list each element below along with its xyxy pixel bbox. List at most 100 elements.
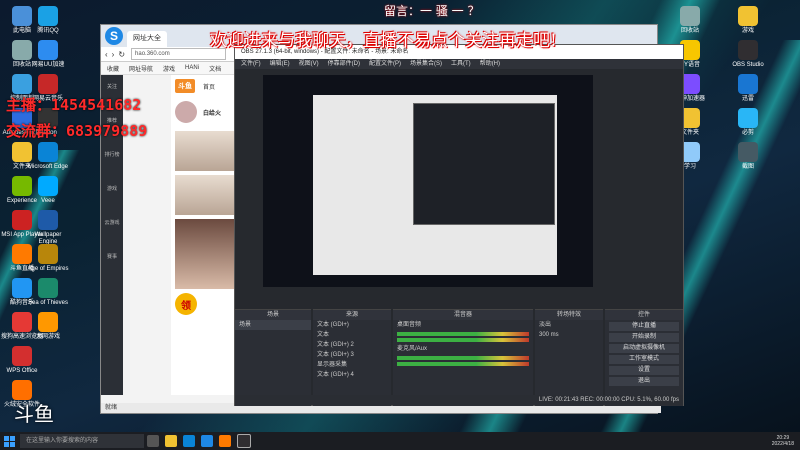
reload-icon[interactable]: ↻ <box>118 50 125 59</box>
browser-taskbar-icon[interactable] <box>201 435 213 447</box>
desktop-icon-label: 回收站 <box>680 28 699 34</box>
clock[interactable]: 20:29 2022/4/18 <box>772 435 800 447</box>
taskbar: 在这里输入你要搜索的内容 20:29 2022/4/18 <box>0 432 800 450</box>
app-icon <box>738 108 758 128</box>
source-item[interactable]: 文本 (GDI+) 2 <box>313 340 391 350</box>
source-item[interactable]: 文本 (GDI+) <box>313 320 391 330</box>
obs-menu-item[interactable]: 文件(F) <box>241 59 261 69</box>
obs-menu-item[interactable]: 编辑(E) <box>270 59 290 69</box>
obs-menu-item[interactable]: 工具(T) <box>451 59 471 69</box>
obs-menu-item[interactable]: 场景集合(S) <box>410 59 442 69</box>
desktop-icon[interactable]: 游戏 <box>726 6 770 35</box>
app-icon <box>38 176 58 196</box>
desktop: 此电脑 回收站 控制面板 Autodesk 应用 文件夹 Experience MSI Ap… <box>0 0 800 432</box>
desktop-icon-label: Age of Empires <box>27 266 69 272</box>
obs-control-button[interactable]: 开始录制 <box>609 333 679 342</box>
forward-icon[interactable]: › <box>112 50 115 59</box>
desktop-icon[interactable]: 截图 <box>726 142 770 171</box>
bookmark-item[interactable]: HANi <box>185 65 199 71</box>
app-icon <box>738 6 758 26</box>
task-view-icon[interactable] <box>147 435 159 447</box>
desktop-icon[interactable]: Veee <box>26 176 70 205</box>
site-home-link[interactable]: 首页 <box>203 82 215 91</box>
site-sidebar-item[interactable]: 游戏 <box>101 185 123 211</box>
audio-meter <box>397 332 529 336</box>
gift-button[interactable]: 领 <box>175 293 197 315</box>
browser-tab[interactable]: 网址大全 <box>127 31 167 47</box>
source-item[interactable]: 文本 (GDI+) 3 <box>313 350 391 360</box>
app-icon <box>738 142 758 162</box>
app-icon <box>38 40 58 60</box>
sources-dock: 来源 文本 (GDI+) 文本 文本 (GDI+) 2 文本 (GDI+) 3 显示器采… <box>313 309 391 406</box>
desktop-icon[interactable]: 迅雷 <box>726 74 770 103</box>
desktop-icon-label: 游戏 <box>741 28 754 34</box>
mixer-header: 混音器 <box>393 310 533 320</box>
desktop-icon[interactable]: 腾讯QQ <box>26 6 70 35</box>
bookmark-item[interactable]: 游戏 <box>163 64 175 73</box>
bookmark-item[interactable]: 文档 <box>209 64 221 73</box>
obs-control-button[interactable]: 设置 <box>609 366 679 375</box>
volume-slider[interactable] <box>397 338 529 342</box>
obs-control-button[interactable]: 停止直播 <box>609 322 679 331</box>
obs-control-button[interactable]: 退出 <box>609 377 679 386</box>
back-icon[interactable]: ‹ <box>105 50 108 59</box>
obs-menu-item[interactable]: 视图(V) <box>299 59 319 69</box>
streamer-name[interactable]: 白给火 <box>203 108 221 117</box>
controls-header: 控件 <box>605 310 683 320</box>
scene-item[interactable]: 场景 <box>235 320 311 330</box>
desktop-icon[interactable]: OBS Studio <box>726 40 770 69</box>
site-sidebar-item[interactable]: 云游戏 <box>101 219 123 245</box>
mixer-channel-name: 桌面音频 <box>397 322 422 328</box>
edge-icon[interactable] <box>183 435 195 447</box>
app-icon <box>38 312 58 332</box>
obs-statusbar: LIVE: 00:21:43 REC: 00:00:00 CPU: 5.1%, … <box>235 395 683 405</box>
app-icon <box>738 40 758 60</box>
file-explorer-icon[interactable] <box>165 435 177 447</box>
app-icon <box>38 142 58 162</box>
obs-control-button[interactable]: 工作室模式 <box>609 355 679 364</box>
source-item[interactable]: 文本 <box>313 330 391 340</box>
desktop-icon[interactable]: Microsoft Edge <box>26 142 70 171</box>
app-icon <box>38 244 58 264</box>
obs-taskbar-icon[interactable] <box>237 434 251 448</box>
desktop-icon[interactable]: 网易UU加速 <box>26 40 70 69</box>
taskbar-search[interactable]: 在这里输入你要搜索的内容 <box>20 434 144 448</box>
desktop-icon-label: Microsoft Edge <box>27 164 69 170</box>
desktop-icon[interactable]: Sea of Thieves <box>26 278 70 307</box>
site-logo[interactable]: 斗鱼 <box>175 79 195 93</box>
bookmark-item[interactable]: 收藏 <box>107 64 119 73</box>
obs-menu-item[interactable]: 配置文件(P) <box>369 59 401 69</box>
audio-meter <box>397 356 529 360</box>
qq-text: 主播：1454541682 <box>6 96 142 114</box>
desktop-icon[interactable]: 回收站 <box>668 6 712 35</box>
bookmark-item[interactable]: 网址导航 <box>129 64 153 73</box>
desktop-icon[interactable]: 大网游戏 <box>26 312 70 341</box>
browser-logo-icon: S <box>105 27 123 45</box>
site-sidebar-item[interactable]: 排行榜 <box>101 151 123 177</box>
site-sidebar-item[interactable]: 赛事 <box>101 253 123 279</box>
obs-control-button[interactable]: 启动虚拟摄像机 <box>609 344 679 353</box>
transition-type[interactable]: 淡出 <box>535 320 603 330</box>
obs-window[interactable]: OBS 27.1.3 (64-bit, windows) - 配置文件: 未命名… <box>234 44 684 406</box>
app-icon <box>38 74 58 94</box>
obs-menu-item[interactable]: 停靠部件(D) <box>328 59 360 69</box>
desktop-icon[interactable]: WPS Office <box>0 346 44 375</box>
obs-preview[interactable] <box>263 75 593 287</box>
source-item[interactable]: 显示器采集 <box>313 360 391 370</box>
desktop-icon[interactable]: Wallpaper Engine <box>26 210 70 246</box>
obs-menu-item[interactable]: 帮助(H) <box>480 59 500 69</box>
avatar[interactable] <box>175 101 197 123</box>
mixer-dock: 混音器 桌面音频 麦克风/Aux <box>393 309 533 406</box>
transition-duration[interactable]: 300 ms <box>535 330 603 340</box>
desktop-icon[interactable]: Age of Empires <box>26 244 70 273</box>
douyu-taskbar-icon[interactable] <box>219 435 231 447</box>
source-item[interactable]: 文本 (GDI+) 4 <box>313 370 391 380</box>
desktop-icon-label: 截图 <box>741 164 754 170</box>
volume-slider[interactable] <box>397 362 529 366</box>
scenes-dock: 场景 场景 <box>235 309 311 406</box>
desktop-icon-label: 迅雷 <box>741 96 754 102</box>
windows-start-icon[interactable] <box>0 432 18 450</box>
app-icon <box>12 380 32 400</box>
desktop-icon[interactable]: 必剪 <box>726 108 770 137</box>
app-icon <box>38 278 58 298</box>
